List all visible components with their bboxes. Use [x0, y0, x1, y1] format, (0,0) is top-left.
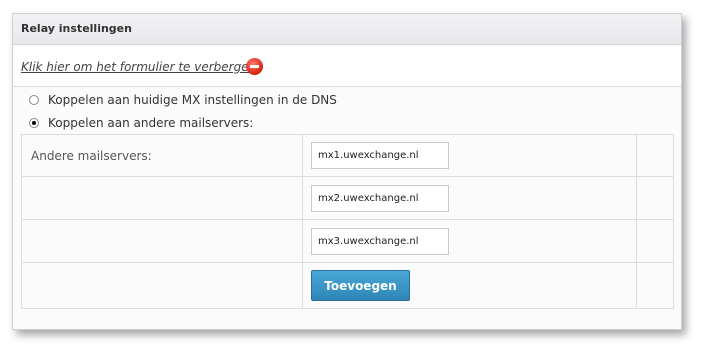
toggle-form-row: Klik hier om het formulier te verbergen. — [13, 45, 681, 87]
option-other-mailservers[interactable]: Koppelen aan andere mailservers: — [29, 115, 253, 131]
option-dns-mx[interactable]: Koppelen aan huidige MX instellingen in … — [29, 92, 337, 108]
table-cell — [636, 219, 674, 263]
mailservers-label: Andere mailservers: — [21, 134, 303, 177]
mailservers-table: Andere mailservers: Toevoegen — [21, 134, 674, 309]
table-cell — [302, 176, 637, 220]
mailserver-input-3[interactable] — [311, 227, 449, 255]
add-button[interactable]: Toevoegen — [311, 270, 410, 301]
table-row: Andere mailservers: — [21, 134, 674, 177]
table-cell — [636, 134, 674, 177]
table-row — [21, 219, 674, 263]
mailserver-input-2[interactable] — [311, 184, 449, 212]
remove-circle-icon[interactable] — [246, 58, 263, 75]
hide-form-link[interactable]: Klik hier om het formulier te verbergen. — [21, 60, 260, 74]
table-cell — [21, 219, 303, 263]
option-dns-mx-label: Koppelen aan huidige MX instellingen in … — [48, 93, 337, 107]
table-cell — [21, 262, 303, 309]
table-row — [21, 176, 674, 220]
table-cell — [21, 176, 303, 220]
panel-header: Relay instellingen — [13, 14, 681, 45]
radio-dns-mx[interactable] — [29, 95, 39, 105]
table-row: Toevoegen — [21, 262, 674, 309]
table-cell — [636, 176, 674, 220]
table-cell — [302, 219, 637, 263]
table-cell — [636, 262, 674, 309]
radio-other-mailservers[interactable] — [29, 118, 39, 128]
option-other-mailservers-label: Koppelen aan andere mailservers: — [48, 116, 254, 130]
panel-title: Relay instellingen — [21, 22, 132, 35]
table-cell — [302, 134, 637, 177]
table-cell: Toevoegen — [302, 262, 637, 309]
relay-settings-panel: Relay instellingen Klik hier om het form… — [12, 13, 682, 330]
mailserver-input-1[interactable] — [311, 142, 449, 169]
